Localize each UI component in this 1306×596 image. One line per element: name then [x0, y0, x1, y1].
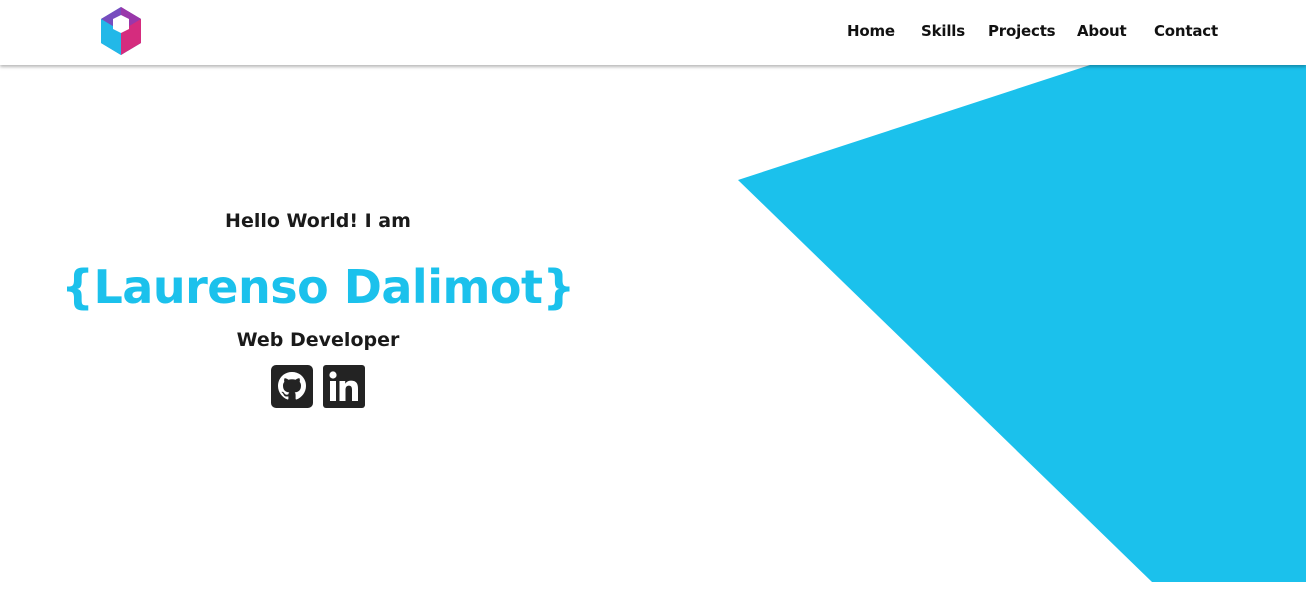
- linkedin-icon: [323, 365, 365, 408]
- nav-contact[interactable]: Contact: [1154, 22, 1218, 40]
- navbar: Home Skills Projects About Contact: [0, 0, 1306, 65]
- linkedin-link[interactable]: [323, 365, 365, 408]
- hero-section: Hello World! I am {Laurenso Dalimot} Web…: [0, 0, 640, 596]
- social-links: [271, 365, 367, 408]
- hero-greeting: Hello World! I am: [225, 210, 411, 232]
- hero-name: {Laurenso Dalimot}: [61, 260, 575, 314]
- accent-polygon: [738, 65, 1306, 582]
- nav-skills[interactable]: Skills: [921, 22, 965, 40]
- main-nav: Home Skills Projects About Contact: [0, 22, 1306, 44]
- github-link[interactable]: [271, 365, 313, 408]
- nav-home[interactable]: Home: [847, 22, 895, 40]
- github-icon: [271, 365, 313, 408]
- hero-role: Web Developer: [236, 329, 400, 351]
- nav-about[interactable]: About: [1077, 22, 1127, 40]
- nav-projects[interactable]: Projects: [988, 22, 1056, 40]
